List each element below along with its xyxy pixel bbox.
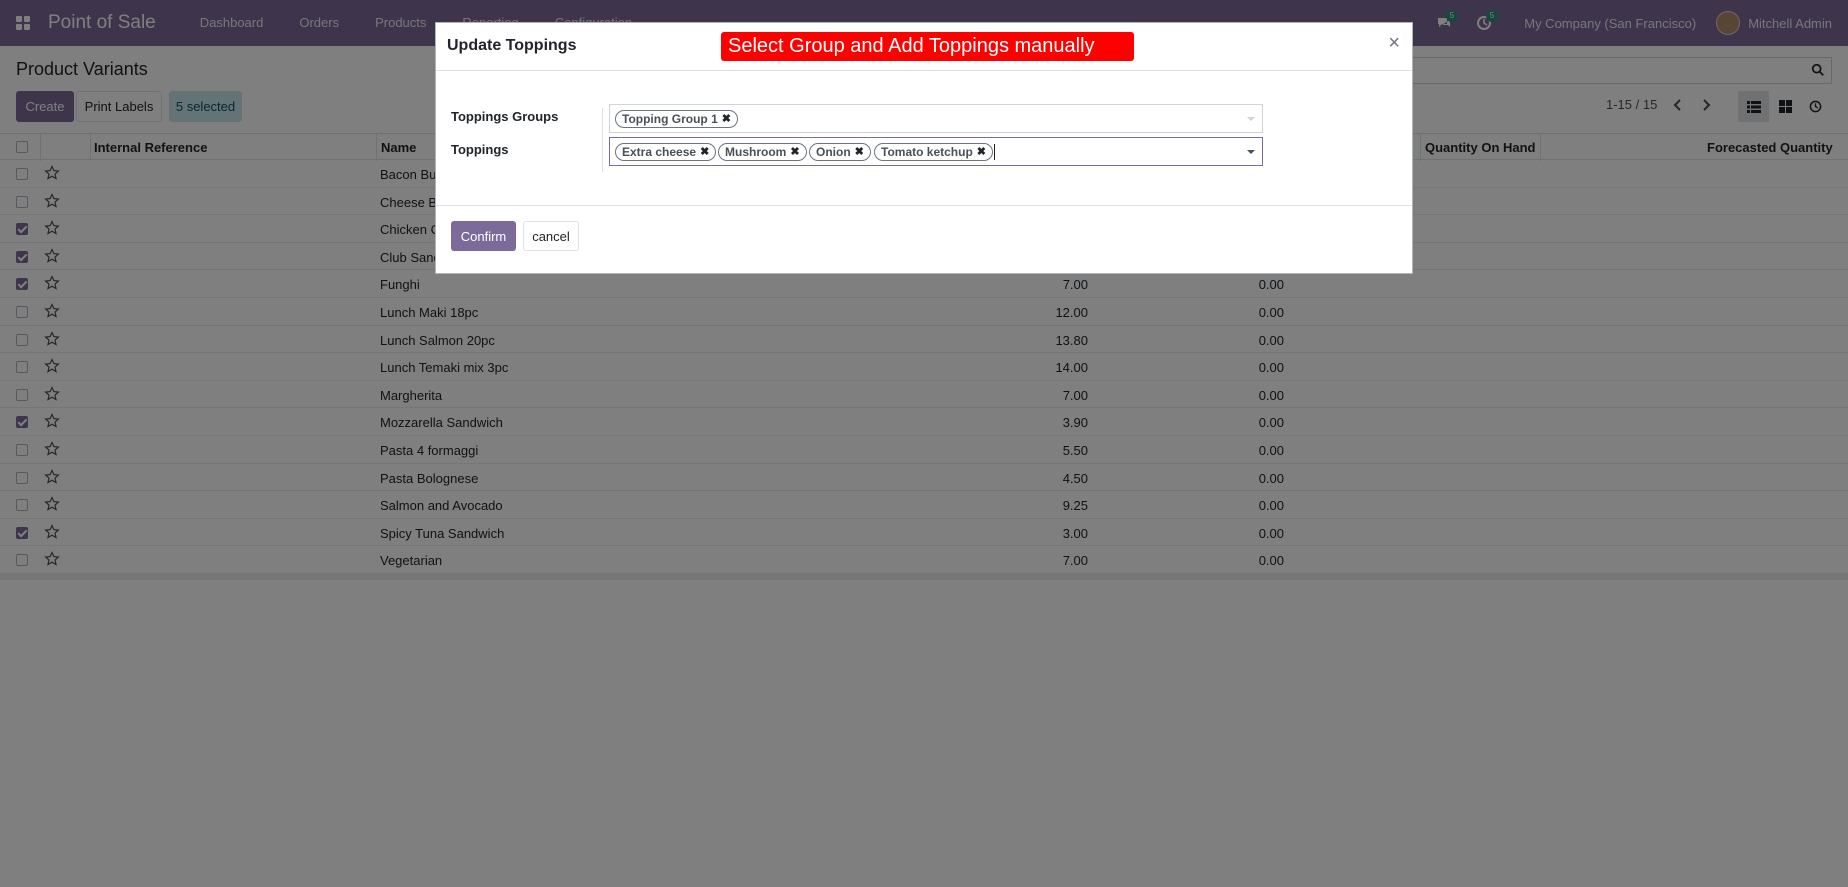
- tag-tomato-ketchup: Tomato ketchup ✖: [874, 143, 993, 161]
- remove-tag-icon[interactable]: ✖: [700, 144, 709, 160]
- instruction-annotation: Select Group and Add Toppings manually: [721, 32, 1134, 61]
- toppings-label: Toppings: [451, 142, 509, 157]
- dropdown-caret-icon[interactable]: [1247, 150, 1255, 154]
- modal-header: Update Toppings Select Group and Add Top…: [436, 23, 1412, 71]
- cancel-button[interactable]: cancel: [523, 221, 579, 251]
- modal-body: Toppings Groups Toppings Topping Group 1…: [436, 71, 1412, 206]
- tag-onion: Onion ✖: [809, 143, 871, 161]
- tag-label: Mushroom: [725, 145, 787, 159]
- close-button[interactable]: ×: [1388, 33, 1400, 53]
- tag-label: Topping Group 1: [622, 112, 718, 126]
- tag-label: Extra cheese: [622, 145, 697, 159]
- tag-label: Onion: [816, 145, 851, 159]
- text-cursor: [994, 144, 995, 160]
- remove-tag-icon[interactable]: ✖: [977, 144, 986, 160]
- modal-title: Update Toppings: [447, 37, 577, 54]
- tag-label: Tomato ketchup: [881, 145, 973, 159]
- remove-tag-icon[interactable]: ✖: [722, 111, 731, 127]
- remove-tag-icon[interactable]: ✖: [855, 144, 864, 160]
- toppings-groups-label: Toppings Groups: [451, 109, 559, 124]
- tag-mushroom: Mushroom ✖: [718, 143, 807, 161]
- field-divider: [602, 108, 603, 172]
- toppings-field[interactable]: Extra cheese ✖ Mushroom ✖ Onion ✖ Tomato…: [609, 137, 1263, 166]
- toppings-groups-field[interactable]: Topping Group 1 ✖: [609, 104, 1263, 133]
- confirm-button[interactable]: Confirm: [451, 221, 516, 251]
- tag-extra-cheese: Extra cheese ✖: [615, 143, 717, 161]
- tag-topping-group-1: Topping Group 1 ✖: [615, 110, 738, 128]
- update-toppings-dialog: Update Toppings Select Group and Add Top…: [435, 22, 1413, 274]
- remove-tag-icon[interactable]: ✖: [790, 144, 799, 160]
- dropdown-caret-icon[interactable]: [1247, 117, 1255, 121]
- modal-footer: Confirm cancel: [436, 206, 1412, 273]
